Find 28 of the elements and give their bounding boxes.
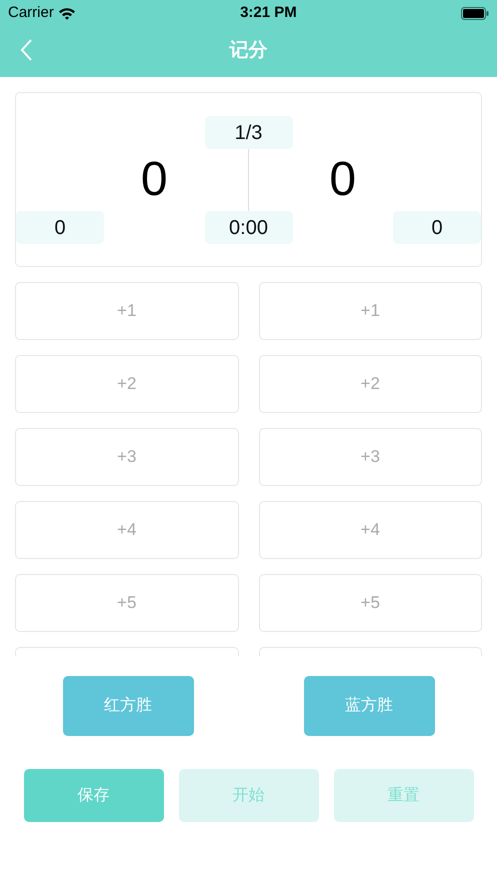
score-button[interactable]: +2	[15, 355, 238, 413]
page-title: 记分	[230, 39, 268, 64]
score-button[interactable]: +4	[15, 501, 238, 559]
period-label: 1/3	[204, 116, 292, 149]
score-button[interactable]: +2	[258, 355, 482, 413]
foul-count: 0	[393, 211, 481, 244]
score-text: 0	[329, 156, 356, 204]
score-button[interactable]: +5	[15, 574, 238, 632]
win-button[interactable]: 蓝方胜	[304, 676, 434, 736]
action-button[interactable]: 保存	[24, 769, 164, 822]
back-button[interactable]	[20, 38, 33, 62]
action-button[interactable]: 重置	[334, 769, 474, 822]
score-button[interactable]: +1	[258, 282, 482, 340]
score-button[interactable]: +3	[15, 428, 238, 486]
timer-text: 0:00	[204, 211, 292, 244]
action-button[interactable]: 开始	[178, 769, 318, 822]
score-button[interactable]: +3	[258, 428, 482, 486]
wifi-icon	[58, 6, 76, 20]
foul-count: 0	[16, 211, 104, 244]
battery-icon	[460, 6, 489, 20]
score-button[interactable]: +4	[258, 501, 482, 559]
score-text: 0	[140, 156, 168, 204]
win-button[interactable]: 红方胜	[62, 676, 194, 736]
score-button[interactable]: +1	[15, 282, 238, 340]
carrier-text: Carrier	[8, 2, 54, 23]
score-button[interactable]: +5	[258, 574, 482, 632]
clock-text: 3:21 PM	[240, 2, 297, 23]
back-icon	[20, 38, 33, 61]
